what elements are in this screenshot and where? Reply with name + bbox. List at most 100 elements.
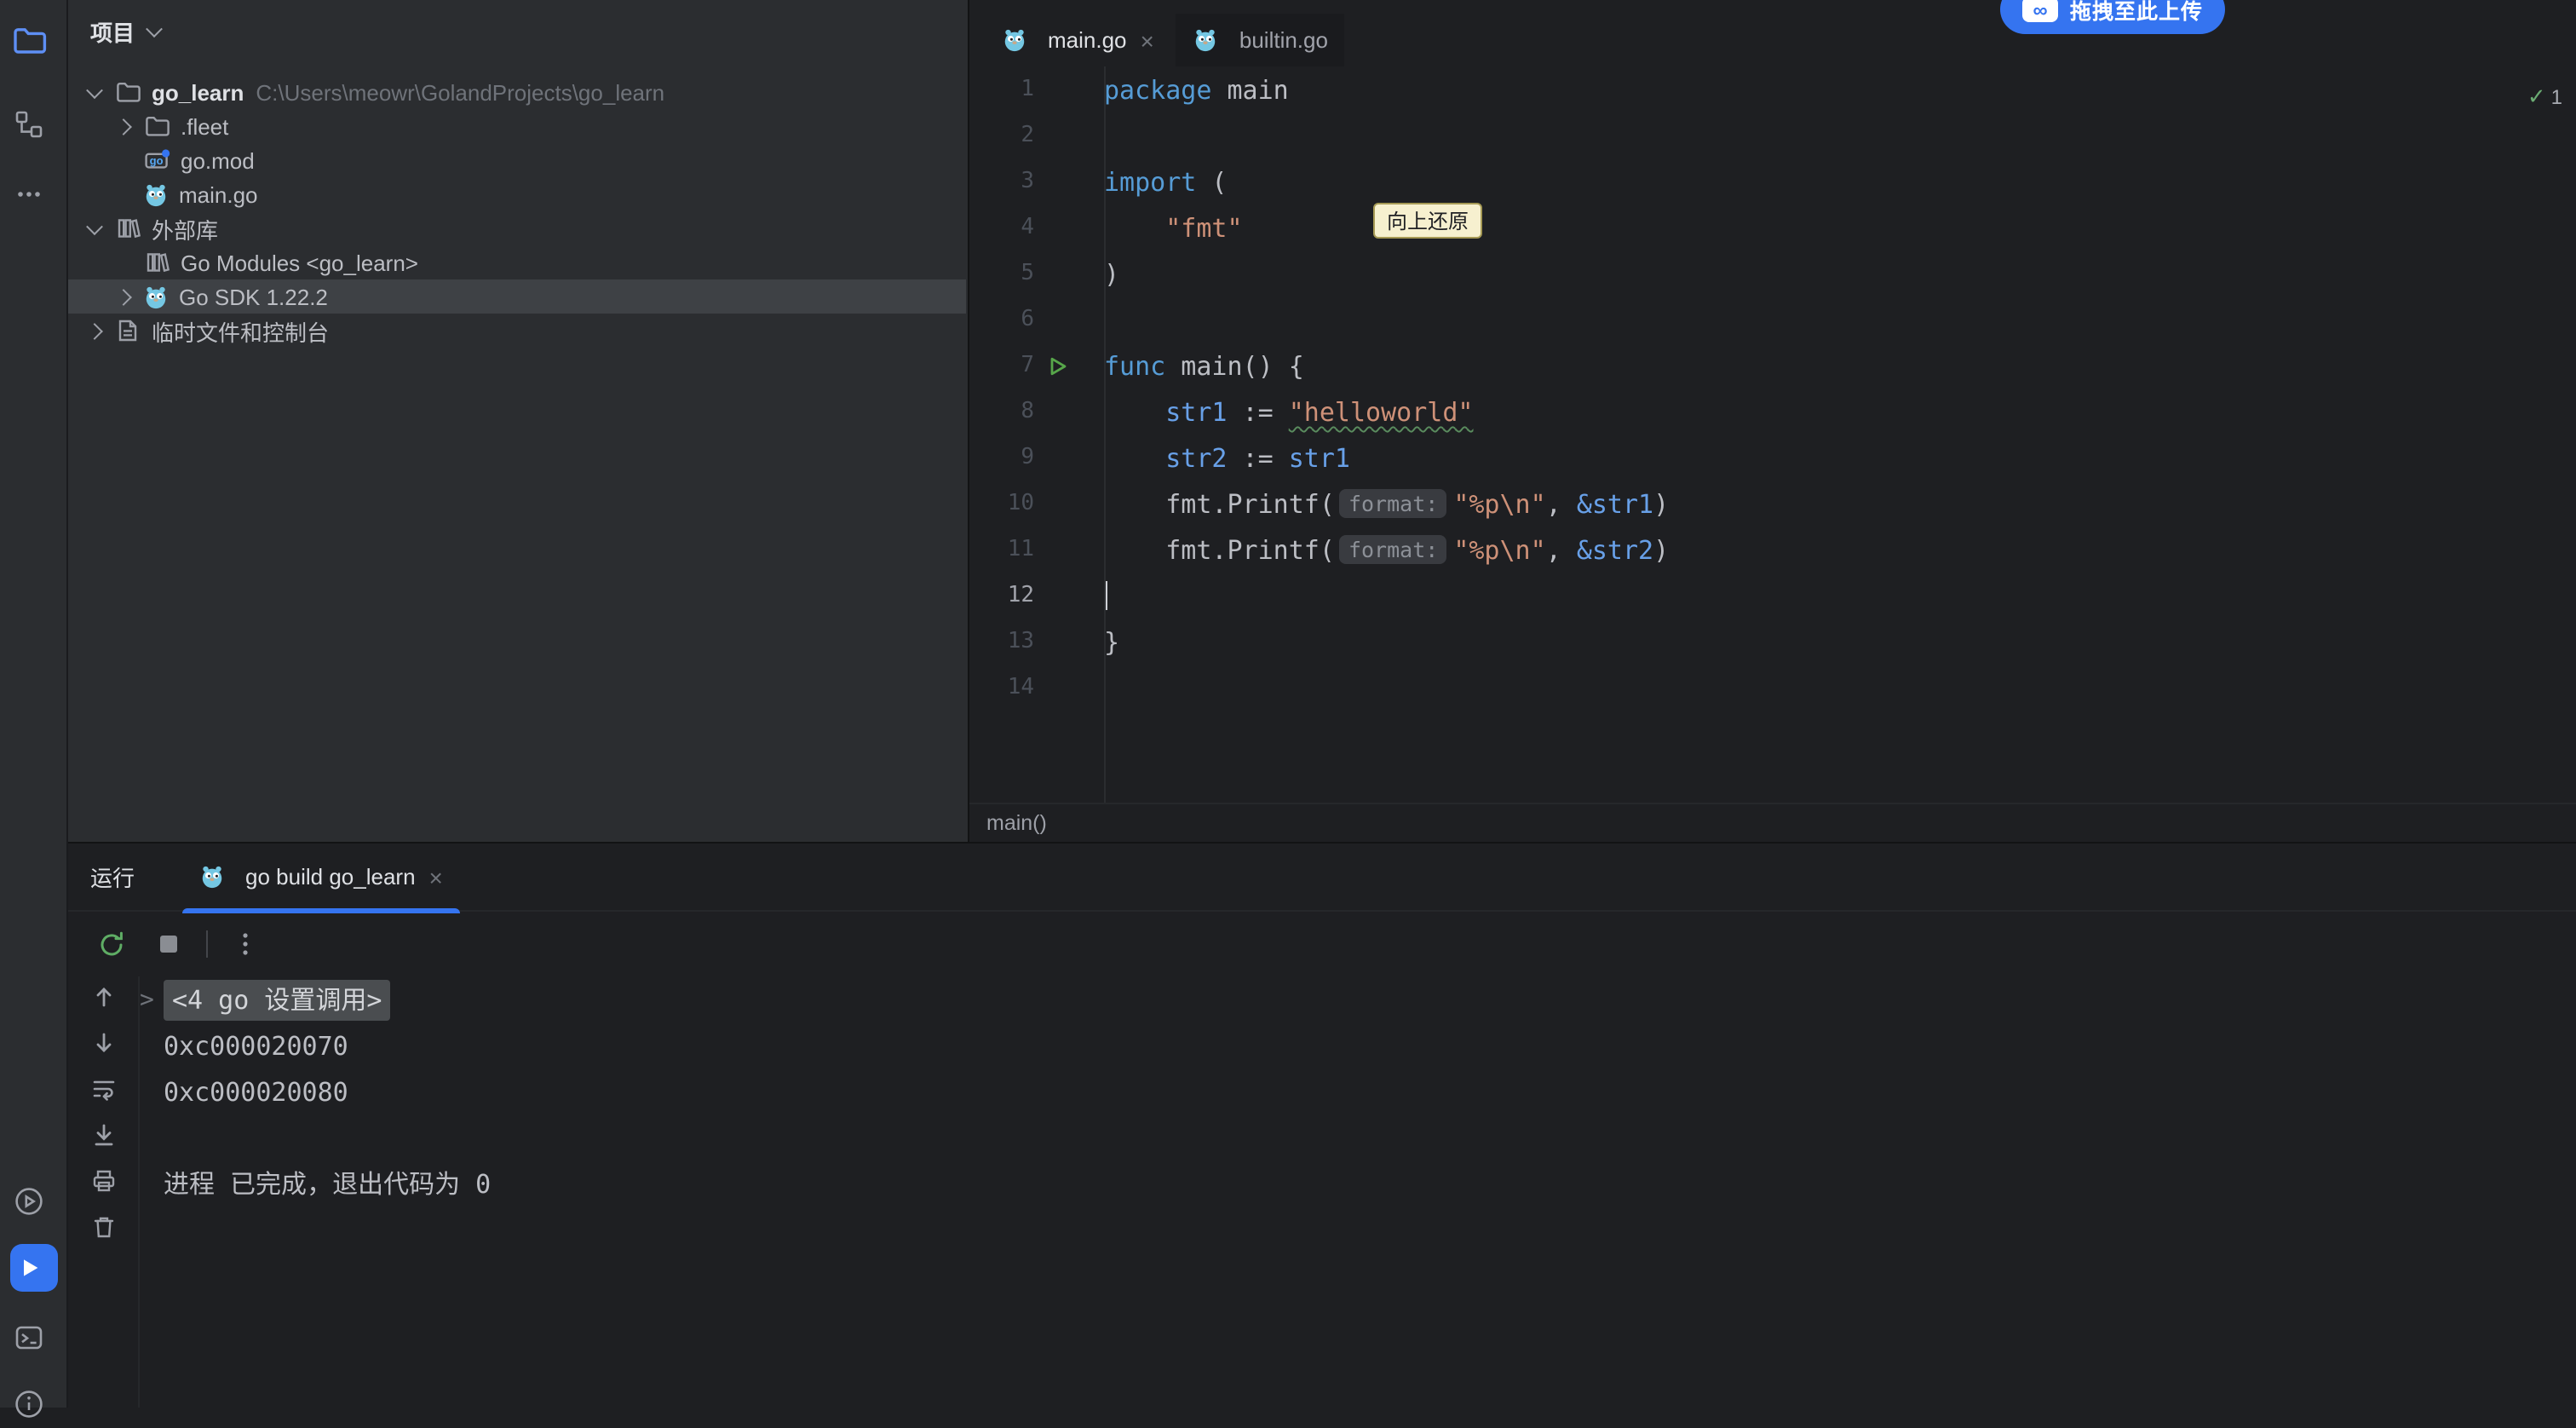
tree-item-go-modules[interactable]: Go Modules <go_learn> [68,245,966,279]
tree-item-go-mod[interactable]: gogo.mod [68,143,966,177]
tree-item-scratches[interactable]: 临时文件和控制台 [68,314,966,348]
console-separator [138,976,140,1408]
upload-drop-badge[interactable]: ∞ 拖拽至此上传 [2000,0,2225,34]
code-line[interactable]: 5) [969,250,2576,297]
chevron-right-icon[interactable] [86,322,103,339]
console-toolbar [68,978,138,1246]
tree-item-label: go_learn [152,79,244,105]
library-icon [114,215,141,242]
structure-tool-button[interactable] [10,101,58,148]
more-icon [14,179,44,210]
stop-button[interactable] [152,927,186,961]
code-line[interactable]: 9 str2 := str1 [969,435,2576,481]
breadcrumb-bar: main() [969,803,2576,842]
code-text: ) [1104,258,1119,289]
tree-item-external-libraries[interactable]: 外部库 [68,211,966,245]
go-file-icon [1002,27,1027,53]
editor-tab-bar: main.go × builtin.go [969,0,2576,66]
console-prompt: > [140,986,154,1013]
code-token: fmt.Printf( [1104,488,1335,519]
code-text: func main() { [1104,350,1304,381]
tree-item-label: 临时文件和控制台 [152,314,329,347]
project-header[interactable]: 项目 [68,0,968,61]
run-gutter-icon[interactable] [1048,355,1068,376]
chevron-right-icon[interactable] [115,288,132,305]
tree-item-fleet[interactable]: .fleet [68,109,966,143]
code-line[interactable]: 4 "fmt" [969,204,2576,250]
infinity-logo-icon: ∞ [2022,0,2058,22]
tab-main-go[interactable]: main.go × [985,14,1171,66]
code-line[interactable]: 3import ( [969,158,2576,204]
code-text: fmt.Printf(format:"%p\n", &str1) [1104,488,1669,519]
terminal-tool-button[interactable] [10,1314,58,1362]
info-icon [14,1389,44,1419]
project-folder-icon [10,22,48,60]
folder-icon [114,78,141,106]
code-line[interactable]: 6 [969,297,2576,343]
problems-tool-button[interactable] [10,1380,58,1428]
code-token: str1 [1289,442,1350,473]
soft-wrap-button[interactable] [84,1070,122,1108]
code-line[interactable]: 7func main() { [969,343,2576,389]
tree-item-main-go[interactable]: main.go [68,177,966,211]
code-token: "fmt" [1165,212,1242,243]
clear-console-button[interactable] [84,1208,122,1246]
services-tool-button[interactable] [10,1178,58,1225]
print-button[interactable] [84,1162,122,1200]
code-token: package [1104,74,1211,105]
code-area[interactable]: 1package main23import (4 "fmt"5) 6 7func m… [969,66,2576,711]
scroll-to-end-button[interactable] [84,1116,122,1154]
close-icon[interactable]: × [1141,28,1154,52]
go-file-icon [199,864,225,890]
library-icon [143,249,170,276]
code-line[interactable]: 11 fmt.Printf(format:"%p\n", &str2) [969,527,2576,573]
code-line[interactable]: 10 fmt.Printf(format:"%p\n", &str1) [969,481,2576,527]
rerun-button[interactable] [94,927,128,961]
code-token: , [1546,534,1577,565]
chevron-down-icon[interactable] [86,217,103,234]
tab-builtin-go[interactable]: builtin.go [1176,14,1345,66]
code-token: := [1228,442,1289,473]
code-text: "fmt" [1104,212,1243,243]
chevron-down-icon[interactable] [86,81,103,98]
console-line: 0xc000020070 [143,1022,2559,1068]
close-icon[interactable]: × [429,865,443,889]
line-number: 6 [969,307,1034,332]
gutter-slot [1034,355,1104,376]
code-line[interactable]: 12 [969,573,2576,619]
run-tab-go-build[interactable]: go build go_learn × [182,843,460,911]
run-panel: 运行 go build go_learn × ><4 go 设置调用>0xc00… [68,842,2576,1408]
ide-window: 项目 go_learn C:\Users\meowr\GolandProjects… [0,0,2576,1408]
code-token: ) [1104,258,1119,289]
down-arrow-button[interactable] [84,1024,122,1062]
code-token: &str2 [1577,534,1653,565]
code-line[interactable]: 2 [969,112,2576,158]
tree-item-label: Go SDK 1.22.2 [179,284,328,309]
breadcrumb-item[interactable]: main() [986,811,1047,835]
tree-item-go-sdk[interactable]: Go SDK 1.22.2 [68,279,966,314]
code-line[interactable]: 13} [969,619,2576,665]
console-output[interactable]: ><4 go 设置调用>0xc0000200700xc000020080 进程 … [143,976,2559,1206]
code-token: , [1546,488,1577,519]
code-line[interactable]: 8 str1 := "helloworld" [969,389,2576,435]
code-line[interactable]: 14 [969,665,2576,711]
code-token [1104,396,1165,427]
go-file-icon [1193,27,1219,53]
code-line[interactable]: 1package main [969,66,2576,112]
code-token: ( [1196,166,1227,197]
more-options-button[interactable] [228,927,262,961]
more-tools-button[interactable] [10,170,58,218]
run-tool-button-active[interactable] [10,1244,58,1292]
chevron-right-icon[interactable] [115,118,132,135]
console-text [164,1122,179,1153]
tree-item-path: C:\Users\meowr\GolandProjects\go_learn [256,79,664,105]
code-token: "%p\n" [1453,534,1545,565]
up-arrow-button[interactable] [84,978,122,1016]
toolbar-separator [206,930,208,958]
editor: main.go × builtin.go ✓ 1 1package main23… [969,0,2576,842]
project-tool-button[interactable] [10,17,58,65]
code-text: str1 := "helloworld" [1104,396,1474,427]
run-panel-title: 运行 [90,861,135,893]
code-token: func [1104,350,1165,381]
tree-item-go-learn[interactable]: go_learn C:\Users\meowr\GolandProjects\go… [68,75,966,109]
